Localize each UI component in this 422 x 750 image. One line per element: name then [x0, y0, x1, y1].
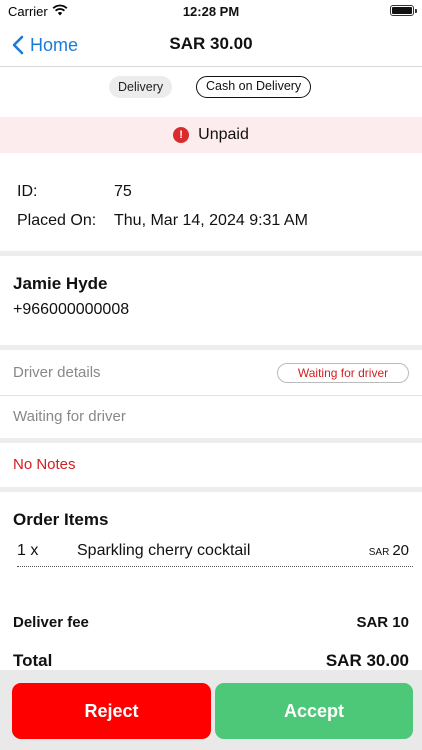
item-amount: 20 [392, 542, 409, 559]
total-label: Total [13, 651, 53, 670]
delivery-fee-value: SAR 10 [356, 614, 409, 631]
order-notes: No Notes [13, 456, 76, 473]
navigation-bar: Home SAR 30.00 [0, 24, 422, 67]
accept-button[interactable]: Accept [215, 683, 413, 739]
divider-line [0, 395, 422, 396]
order-items-title: Order Items [13, 510, 109, 529]
page-title: SAR 30.00 [169, 34, 253, 53]
driver-status-text: Waiting for driver [13, 408, 126, 425]
section-divider [0, 251, 422, 256]
dotted-divider [17, 566, 413, 567]
item-name: Sparkling cherry cocktail [77, 542, 251, 559]
item-price: SAR 20 [369, 542, 409, 559]
customer-name: Jamie Hyde [13, 274, 108, 293]
delivery-tag: Delivery [109, 76, 173, 98]
driver-status-badge: Waiting for driver [277, 363, 409, 383]
payment-status-text: Unpaid [198, 126, 249, 143]
order-id-value: 75 [114, 183, 132, 200]
placed-on-value: Thu, Mar 14, 2024 9:31 AM [114, 212, 308, 229]
alert-icon: ! [173, 127, 190, 143]
item-quantity: 1 x [17, 542, 39, 559]
section-divider [0, 345, 422, 350]
payment-status-banner: ! Unpaid [0, 117, 422, 153]
reject-button[interactable]: Reject [12, 683, 211, 739]
item-currency: SAR [368, 547, 390, 558]
order-id-label: ID: [17, 183, 38, 200]
driver-details-label: Driver details [13, 364, 101, 381]
status-bar: Carrier 12:28 PM [0, 0, 422, 24]
battery-icon [390, 5, 417, 16]
customer-phone[interactable]: +966000000008 [13, 301, 129, 319]
delivery-fee-label: Deliver fee [13, 614, 89, 631]
clock: 12:28 PM [182, 4, 240, 19]
section-divider [0, 438, 422, 443]
total-value: SAR 30.00 [325, 651, 409, 670]
placed-on-label: Placed On: [17, 212, 97, 229]
payment-method-tag: Cash on Delivery [196, 76, 312, 98]
section-divider [0, 487, 422, 492]
